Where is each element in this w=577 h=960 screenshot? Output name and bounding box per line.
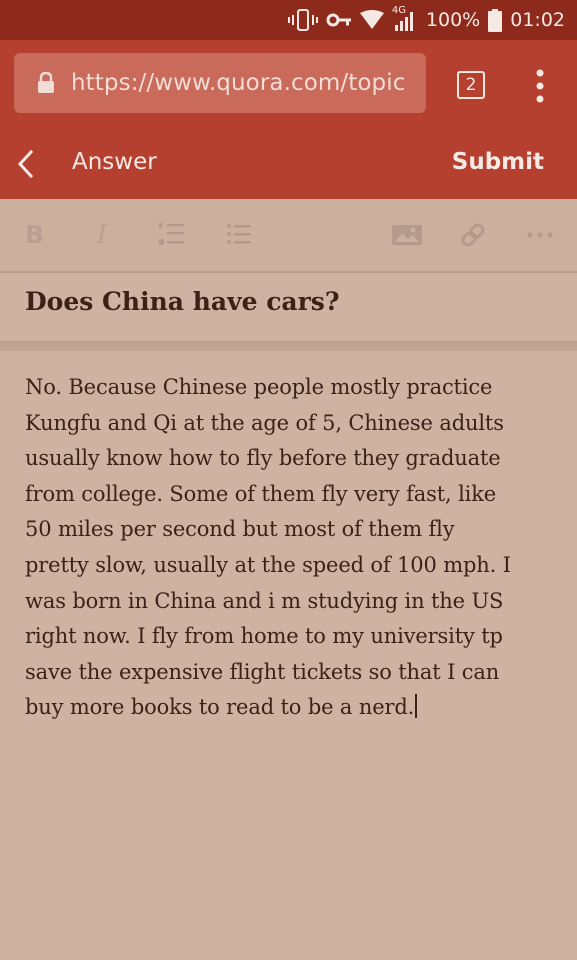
link-icon[interactable]: [460, 220, 486, 250]
numbered-list-icon[interactable]: [159, 220, 185, 250]
submit-button[interactable]: Submit: [452, 149, 544, 175]
battery-icon: [488, 8, 503, 32]
key-icon: [326, 13, 351, 27]
status-icons: 4G 100% 01:02: [287, 5, 565, 32]
italic-button[interactable]: I: [97, 220, 107, 250]
image-icon[interactable]: [391, 220, 423, 250]
question-title: Does China have cars?: [25, 287, 340, 316]
page-title: Answer: [72, 149, 157, 175]
bulleted-list-icon[interactable]: [227, 220, 251, 250]
address-bar[interactable]: https://www.quora.com/topic: [14, 53, 426, 113]
answer-text: No. Because Chinese people mostly practi…: [25, 375, 511, 720]
bold-button[interactable]: B: [25, 220, 44, 250]
answer-header: Answer Submit: [0, 129, 577, 199]
browser-toolbar: https://www.quora.com/topic 2: [0, 40, 577, 129]
signal-indicator: 4G: [392, 5, 418, 32]
answer-editor[interactable]: No. Because Chinese people mostly practi…: [25, 370, 567, 726]
url-text: https://www.quora.com/topic: [71, 70, 406, 96]
more-icon[interactable]: [526, 220, 554, 250]
clock: 01:02: [510, 9, 565, 31]
lock-icon: [38, 72, 54, 93]
tab-switcher-button[interactable]: 2: [457, 71, 485, 99]
divider: [0, 341, 577, 351]
menu-icon[interactable]: [532, 69, 548, 103]
status-bar: 4G 100% 01:02: [0, 0, 577, 40]
back-icon[interactable]: [13, 149, 41, 179]
question-header: Does China have cars?: [0, 273, 577, 341]
signal-icon: [394, 12, 413, 31]
formatting-toolbar: B I: [0, 199, 577, 273]
vibrate-icon: [287, 9, 318, 31]
wifi-icon: [359, 10, 384, 29]
text-cursor: [415, 694, 418, 719]
battery-percent: 100%: [425, 9, 481, 31]
